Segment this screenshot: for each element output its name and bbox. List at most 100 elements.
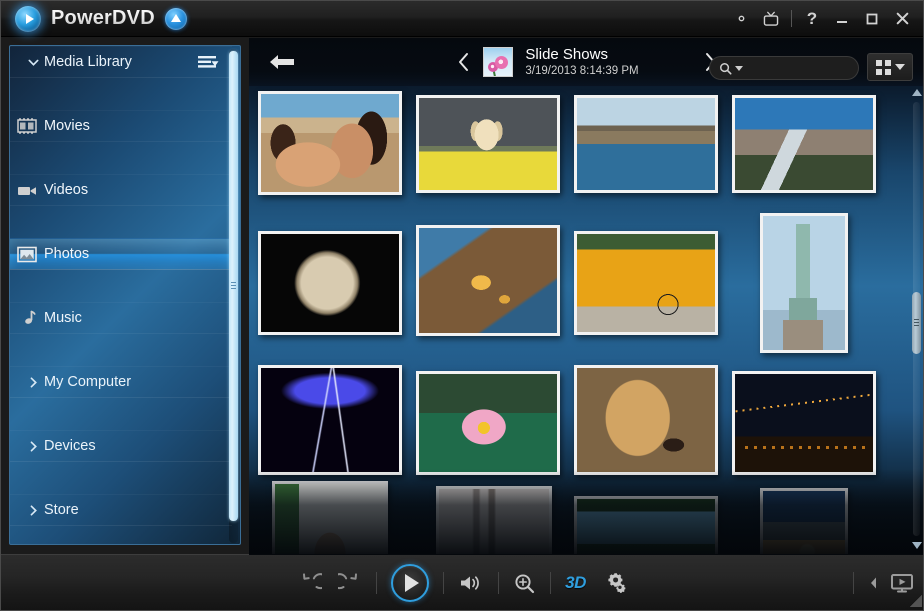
photo-cell[interactable] — [413, 368, 563, 478]
tv-mode-button[interactable] — [756, 4, 786, 34]
sidebar-group-media-library[interactable]: Media Library — [10, 46, 232, 78]
sidebar-group-store[interactable]: Store — [10, 494, 232, 526]
photo-moon-night-sky[interactable] — [261, 234, 399, 332]
photo-cell[interactable] — [571, 92, 721, 196]
photo-frame[interactable] — [272, 481, 388, 555]
grid-view-button[interactable] — [867, 53, 913, 81]
photo-cell[interactable] — [431, 486, 557, 555]
photo-frame[interactable] — [258, 231, 402, 335]
toolbar-divider — [853, 572, 854, 594]
sidebar-scrollbar-thumb[interactable] — [229, 51, 238, 521]
zoom-button[interactable] — [513, 572, 536, 595]
photo-cell[interactable] — [413, 92, 563, 196]
sidebar-item-photos[interactable]: Photos — [10, 238, 232, 270]
rotate-left-button[interactable] — [298, 571, 323, 595]
photo-frame[interactable] — [732, 95, 876, 193]
rotate-right-button[interactable] — [338, 571, 362, 595]
photo-lightning-storm[interactable] — [261, 368, 399, 472]
photo-cell[interactable] — [255, 362, 405, 478]
photo-cell[interactable] — [255, 228, 405, 338]
sidebar-scrollbar[interactable] — [229, 49, 238, 543]
photo-cell[interactable] — [571, 228, 721, 338]
photo-dog-in-rapeseed-field[interactable] — [419, 98, 557, 190]
sidebar-item-movies[interactable]: Movies — [10, 110, 232, 142]
photo-water-droplets-on-leaf[interactable] — [419, 227, 557, 333]
bottom-right-controls — [853, 555, 915, 610]
photo-frame[interactable] — [574, 95, 718, 193]
photo-woman-outdoor-portrait[interactable] — [275, 484, 385, 555]
play-button[interactable] — [391, 564, 430, 602]
photo-cell[interactable] — [729, 368, 879, 478]
sidebar-group-label: Store — [44, 502, 79, 518]
scroll-down-arrow[interactable] — [912, 542, 922, 549]
photo-cell[interactable] — [729, 92, 879, 196]
toolbar-divider — [498, 572, 500, 594]
photo-cell[interactable] — [571, 496, 721, 555]
sidebar-item-videos[interactable]: Videos — [10, 174, 232, 206]
toolbar-divider — [550, 572, 552, 594]
settings-gears-button[interactable] — [602, 571, 628, 595]
sidebar-group-devices[interactable]: Devices — [10, 430, 232, 462]
photo-cell[interactable] — [255, 88, 405, 198]
photo-frame[interactable] — [760, 213, 848, 353]
content-scrollbar[interactable] — [909, 86, 923, 552]
photo-frame[interactable] — [574, 496, 718, 555]
photo-frame[interactable] — [416, 371, 560, 475]
settings-button[interactable] — [726, 4, 756, 34]
sidebar-group-my-computer[interactable]: My Computer — [10, 366, 232, 398]
photo-bicycle-in-flower-meadow[interactable] — [577, 234, 715, 332]
sidebar-group-label: Devices — [44, 438, 96, 454]
search-input[interactable] — [748, 61, 852, 75]
photo-frame[interactable] — [732, 371, 876, 475]
3d-mode-button[interactable]: 3D — [565, 573, 586, 593]
photo-snowy-mountain-peaks[interactable] — [735, 98, 873, 190]
photo-frame[interactable] — [574, 365, 718, 475]
content-scrollbar-track[interactable] — [912, 102, 921, 536]
photo-frame[interactable] — [416, 224, 560, 336]
photo-bridge-at-night[interactable] — [735, 374, 873, 472]
photo-cell[interactable] — [267, 481, 393, 555]
photo-frame[interactable] — [258, 91, 402, 195]
photo-frame[interactable] — [436, 486, 552, 555]
photo-cell[interactable] — [413, 222, 563, 338]
collapse-panel-button[interactable] — [868, 576, 879, 590]
photo-couple-beach-kiss[interactable] — [261, 94, 399, 192]
slideshow-thumbnail[interactable] — [483, 47, 514, 77]
back-arrow-icon[interactable] — [267, 52, 297, 72]
sort-lines-icon[interactable] — [198, 55, 220, 69]
resize-grip[interactable] — [909, 594, 922, 607]
photo-mountain-lake-reflection[interactable] — [577, 98, 715, 190]
photo-frame[interactable] — [416, 95, 560, 193]
photo-lioness-portrait[interactable] — [577, 368, 715, 472]
photo-cell[interactable] — [729, 486, 879, 555]
caret-down-icon[interactable] — [735, 65, 743, 71]
search-box[interactable] — [709, 56, 859, 80]
minimize-button[interactable] — [827, 4, 857, 34]
film-strip-icon — [10, 118, 44, 134]
caret-down-icon[interactable] — [894, 64, 905, 70]
photo-frame[interactable] — [574, 231, 718, 335]
photo-cell[interactable] — [571, 362, 721, 478]
photo-foggy-trees[interactable] — [439, 489, 549, 555]
volume-button[interactable] — [458, 572, 484, 594]
help-button[interactable]: ? — [797, 4, 827, 34]
maximize-button[interactable] — [857, 4, 887, 34]
photo-frame[interactable] — [258, 365, 402, 475]
sidebar-item-music[interactable]: Music — [10, 302, 232, 334]
photo-sunset-over-field[interactable] — [763, 491, 845, 555]
photo-frame[interactable] — [760, 488, 848, 555]
scroll-up-arrow[interactable] — [912, 89, 922, 96]
display-output-button[interactable] — [889, 572, 915, 594]
photo-forest-lake-framed-by-leaves[interactable] — [577, 499, 715, 555]
photo-pink-lotus-flower[interactable] — [419, 374, 557, 472]
app-title: PowerDVD — [51, 7, 155, 29]
photo-statue-of-liberty[interactable] — [763, 216, 845, 350]
sidebar: Media Library Movies Videos Photos Music… — [9, 45, 241, 545]
chevron-left-icon[interactable] — [457, 52, 471, 72]
content-scrollbar-thumb[interactable] — [912, 292, 921, 354]
photo-cell[interactable] — [729, 212, 879, 354]
chevron-right-icon — [22, 504, 44, 517]
upgrade-arrow-icon[interactable] — [164, 7, 187, 30]
page-title: Slide Shows — [525, 45, 608, 63]
close-button[interactable] — [887, 4, 917, 34]
